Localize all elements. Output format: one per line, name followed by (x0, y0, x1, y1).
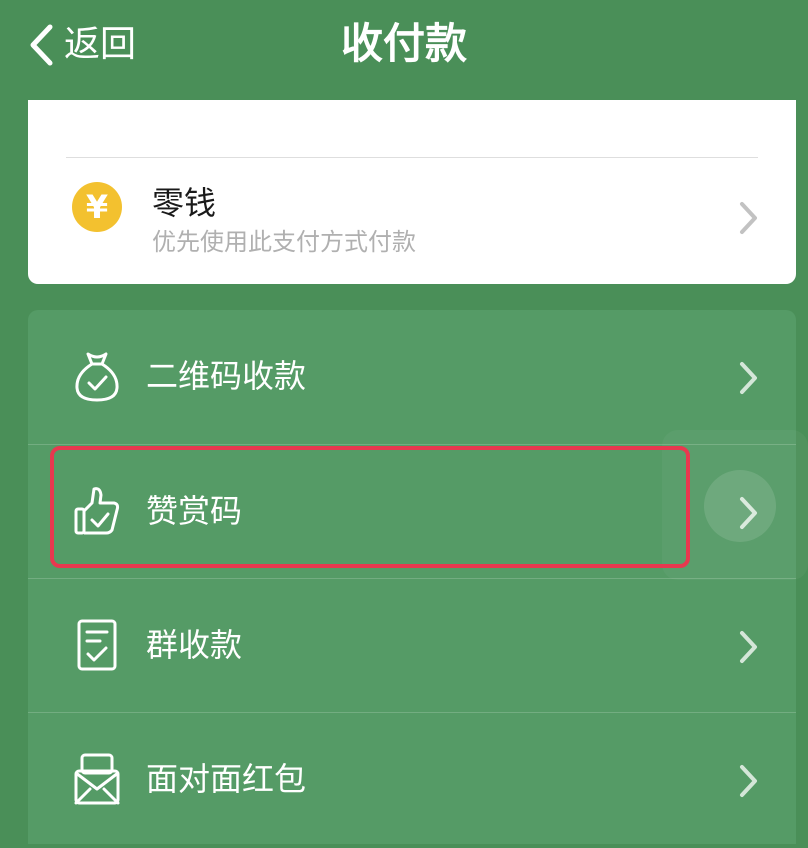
red-packet-icon (74, 753, 120, 805)
card-divider (66, 157, 758, 158)
chevron-right-icon (740, 497, 757, 529)
page-title: 收付款 (340, 19, 467, 68)
balance-title: 零钱 (152, 184, 217, 222)
list-item-group-receive[interactable]: 群收款 (28, 578, 796, 712)
list-item-label: 面对面红包 (146, 760, 307, 798)
payment-method-card: ¥ 零钱 优先使用此支付方式付款 (28, 100, 796, 284)
chevron-right-icon (740, 765, 757, 797)
list-item-label: 群收款 (146, 626, 243, 664)
navigation-bar: 返回 收付款 (0, 0, 808, 98)
list-item-label: 二维码收款 (146, 357, 307, 395)
yen-icon: ¥ (72, 182, 122, 232)
thumbs-up-icon (74, 487, 120, 535)
balance-subtitle: 优先使用此支付方式付款 (152, 228, 416, 256)
list-item-label: 赞赏码 (146, 492, 243, 530)
balance-payment-row[interactable]: ¥ 零钱 优先使用此支付方式付款 (28, 160, 796, 284)
list-item-face-to-face-red-packet[interactable]: 面对面红包 (28, 712, 796, 846)
receive-options-list: 二维码收款 赞赏码 群收款 面对面红包 (28, 310, 796, 844)
chevron-right-icon (740, 631, 757, 663)
group-receipt-icon (77, 619, 117, 671)
chevron-right-icon (740, 202, 757, 234)
money-bag-icon (75, 352, 119, 402)
list-item-qr-receive[interactable]: 二维码收款 (28, 310, 796, 443)
list-item-reward-code[interactable]: 赞赏码 (28, 444, 796, 578)
chevron-right-icon (740, 362, 757, 394)
